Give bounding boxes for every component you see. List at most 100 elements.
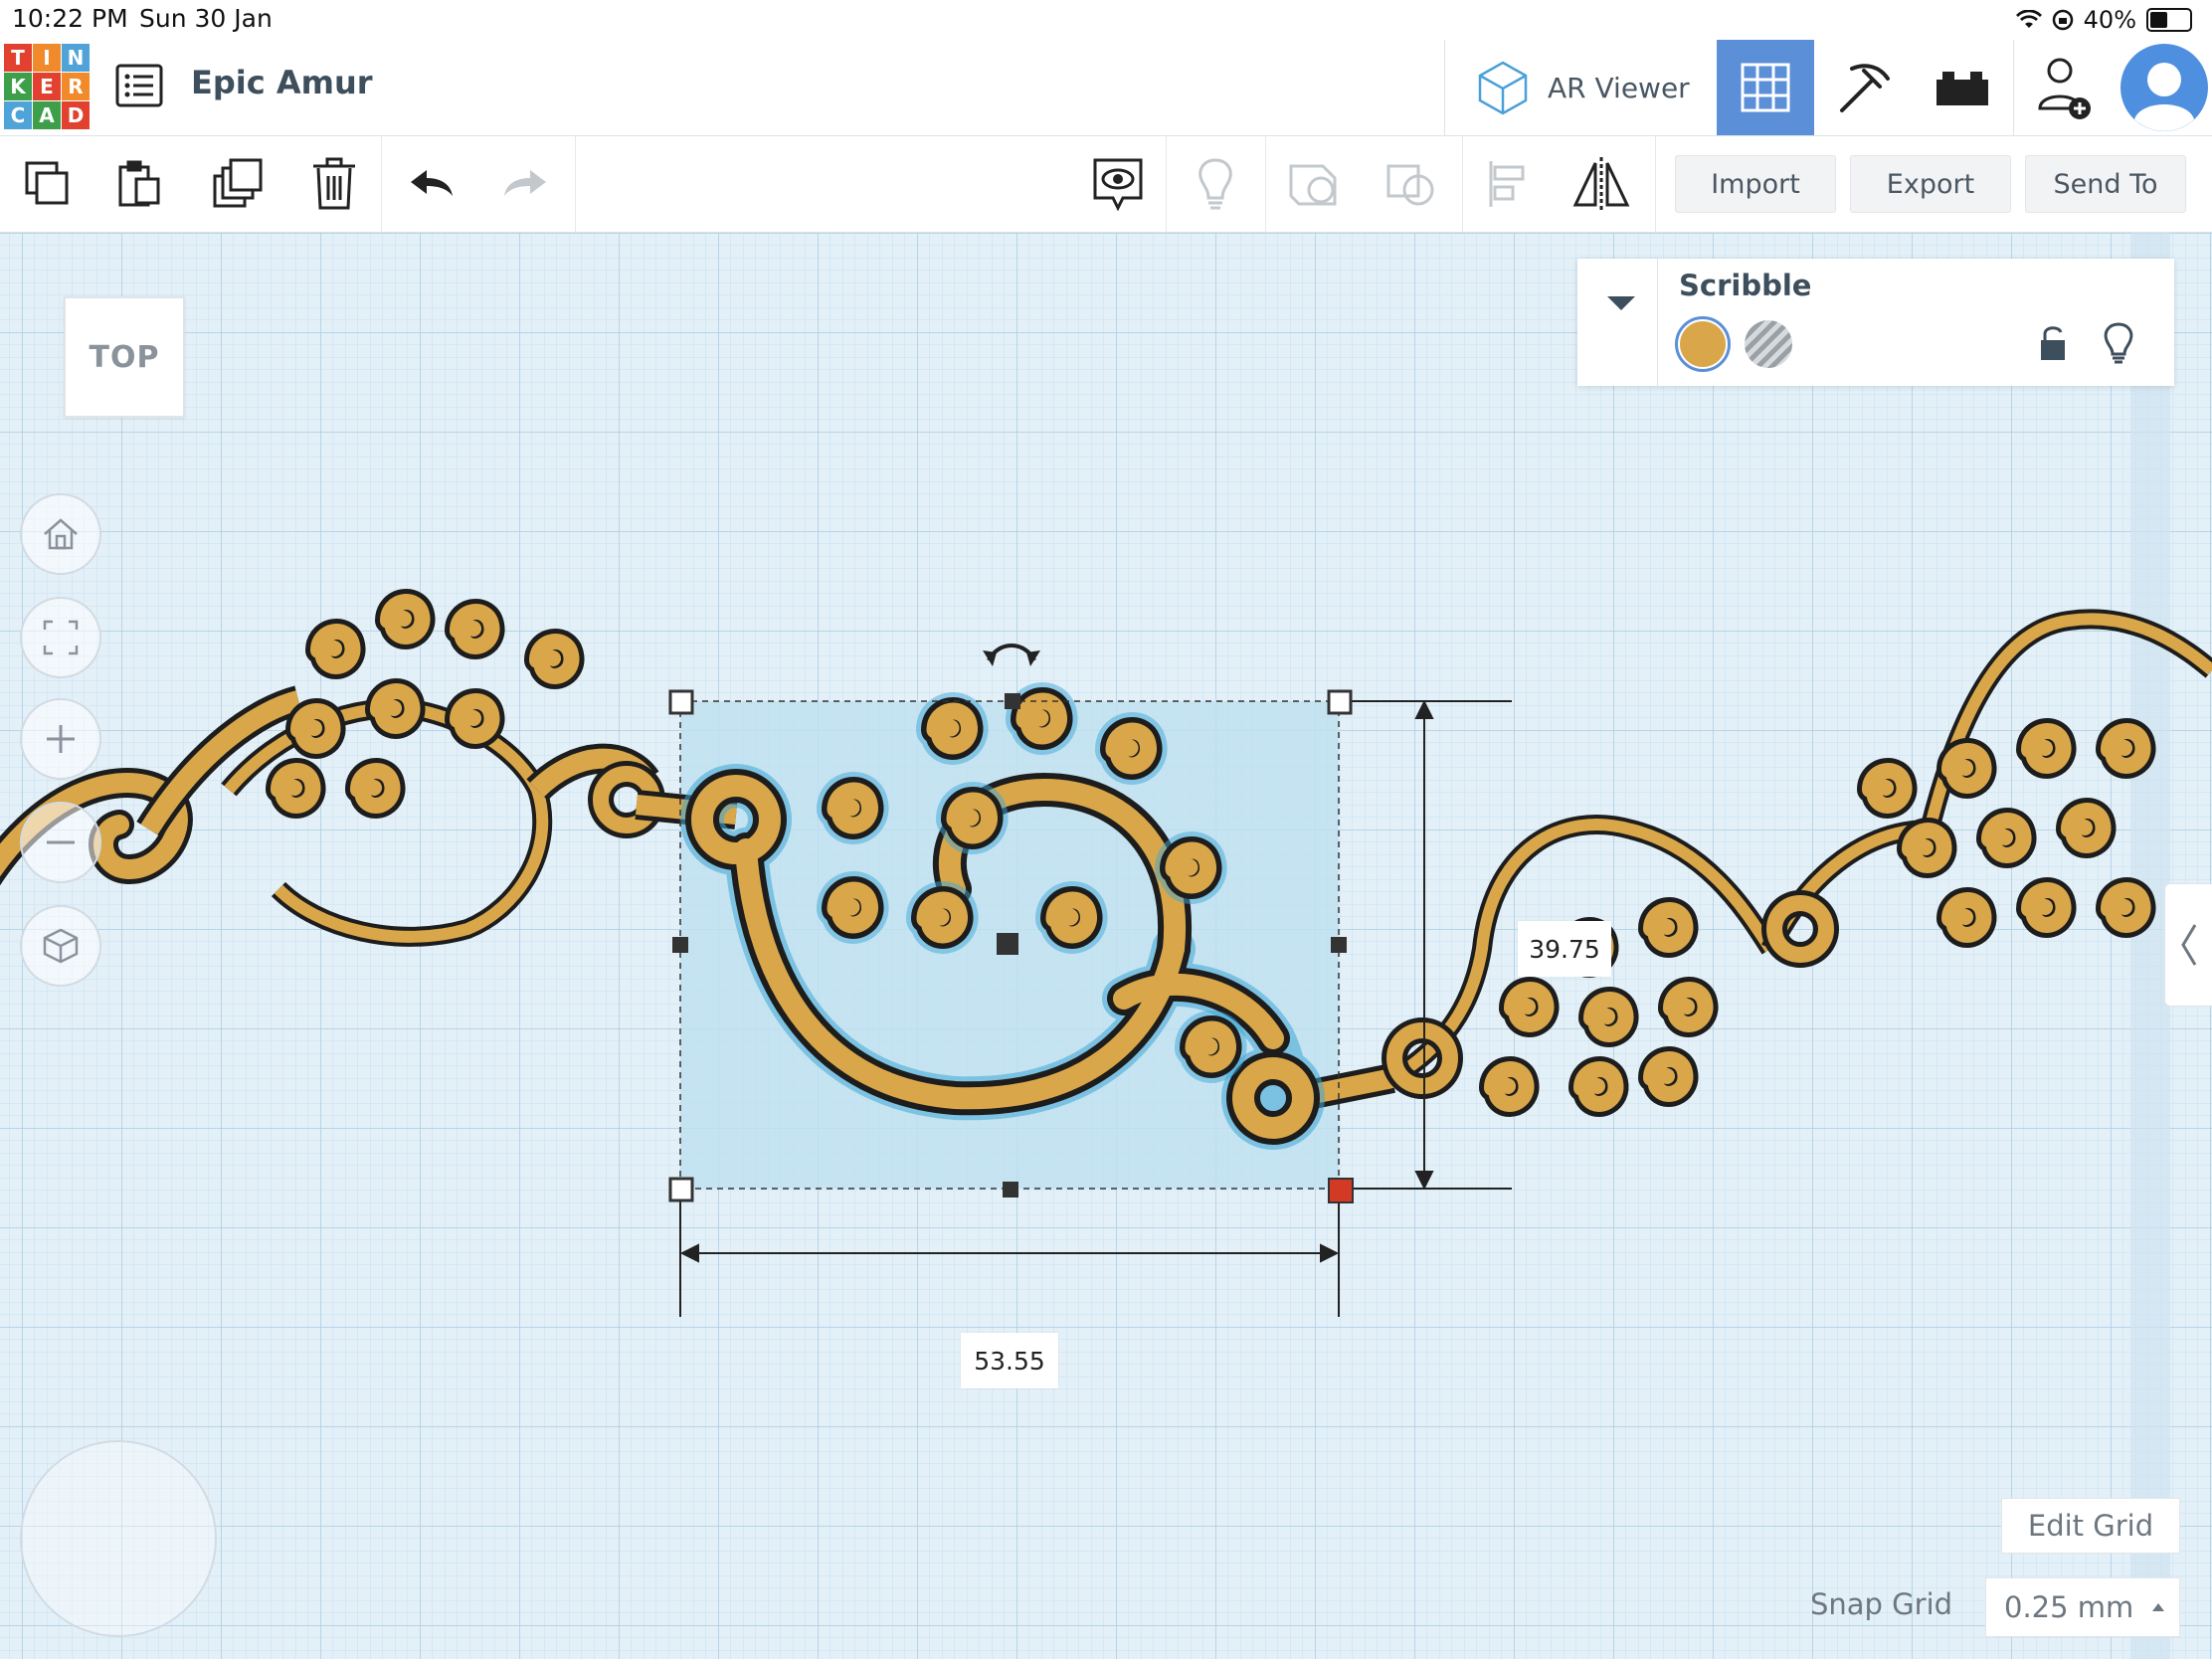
- notes-visibility-button[interactable]: [1088, 154, 1148, 214]
- scribble-right[interactable]: [1382, 609, 2212, 1104]
- zoom-out-button[interactable]: [20, 802, 101, 883]
- snap-grid-value: 0.25 mm: [2004, 1590, 2134, 1624]
- design-list-button[interactable]: [111, 60, 167, 111]
- user-avatar[interactable]: [2117, 40, 2212, 135]
- pickaxe-icon: [1840, 64, 1890, 112]
- undo-icon: [411, 170, 453, 196]
- redo-button[interactable]: [495, 154, 555, 214]
- project-title[interactable]: Epic Amur: [191, 64, 373, 101]
- ungroup-icon: [1386, 164, 1434, 206]
- view-cube-label: TOP: [89, 339, 160, 375]
- logo-letter: D: [62, 101, 90, 129]
- toolbar-divider-4: [1265, 136, 1266, 232]
- paste-button[interactable]: [109, 154, 169, 214]
- add-user-icon: [2038, 58, 2091, 119]
- group-icon: [1289, 164, 1337, 206]
- width-dimension-label[interactable]: 53.55: [961, 1333, 1058, 1388]
- grid-icon: [1741, 63, 1790, 112]
- ar-viewer-label: AR Viewer: [1548, 71, 1690, 104]
- lock-icon[interactable]: [2033, 322, 2073, 366]
- paste-icon: [118, 160, 160, 207]
- solid-color-fill: [1680, 321, 1726, 367]
- shape-inspector: Scribble: [1577, 259, 2174, 386]
- ar-viewer-button[interactable]: AR Viewer: [1450, 40, 1715, 135]
- trash-icon: [313, 157, 355, 210]
- delete-button[interactable]: [304, 154, 364, 214]
- send-to-button[interactable]: Send To: [2025, 155, 2186, 213]
- chevron-left-icon: [2180, 924, 2196, 966]
- status-date: Sun 30 Jan: [139, 4, 273, 33]
- home-view-button[interactable]: [20, 493, 101, 575]
- share-button[interactable]: [2015, 40, 2113, 135]
- copy-icon: [25, 161, 69, 205]
- perspective-button[interactable]: [20, 905, 101, 987]
- toolbar-divider-2: [575, 136, 576, 232]
- hole-swatch[interactable]: [1745, 320, 1792, 368]
- zoom-out-icon: [47, 840, 75, 844]
- logo-letter: K: [4, 73, 32, 100]
- logo-letter: E: [33, 73, 61, 100]
- snap-grid-select[interactable]: 0.25 mm: [1985, 1577, 2180, 1637]
- toolbar-divider-5: [1462, 136, 1463, 232]
- chevron-down-icon[interactable]: [1603, 288, 1639, 314]
- blocks-view-button[interactable]: [1814, 40, 1912, 135]
- scribble-chain[interactable]: [0, 233, 2212, 1659]
- snap-grid-label: Snap Grid: [1810, 1587, 1953, 1621]
- 3d-design-view-button[interactable]: [1717, 40, 1814, 135]
- edit-grid-button[interactable]: Edit Grid: [2001, 1498, 2180, 1554]
- status-bar: 10:22 PM Sun 30 Jan 40%: [0, 0, 2212, 40]
- import-button[interactable]: Import: [1675, 155, 1836, 213]
- lightbulb-icon[interactable]: [2099, 320, 2138, 366]
- orientation-lock-icon: [2052, 9, 2073, 31]
- mirror-icon: [1572, 157, 1630, 211]
- header-divider: [1444, 40, 1445, 135]
- collapse-panel-tab[interactable]: [2164, 883, 2212, 1007]
- redo-icon: [504, 170, 546, 196]
- mirror-button[interactable]: [1571, 154, 1631, 214]
- logo-letter: A: [33, 101, 61, 129]
- logo-letter: T: [4, 44, 32, 72]
- brick-icon: [1936, 72, 1988, 105]
- orbit-joystick[interactable]: [20, 1440, 217, 1637]
- logo-letter: I: [33, 44, 61, 72]
- toolbar-divider-6: [1655, 136, 1656, 232]
- view-cube[interactable]: TOP: [64, 296, 185, 418]
- chevron-up-icon: [2152, 1603, 2165, 1611]
- wifi-icon: [2015, 10, 2042, 28]
- logo-letter: C: [4, 101, 32, 129]
- undo-button[interactable]: [402, 154, 461, 214]
- toolbar-divider-3: [1166, 136, 1167, 232]
- inspector-divider: [1657, 259, 1658, 386]
- fit-view-button[interactable]: [20, 597, 101, 678]
- export-button[interactable]: Export: [1850, 155, 2011, 213]
- notes-visibility-icon: [1093, 158, 1143, 212]
- copy-button[interactable]: [18, 154, 78, 214]
- ar-cube-icon: [1478, 61, 1528, 115]
- lightbulb-icon: [1198, 158, 1232, 210]
- height-dimension-label[interactable]: 39.75: [1518, 921, 1611, 977]
- logo-letter: R: [62, 73, 90, 100]
- lightbulb-button[interactable]: [1186, 154, 1245, 214]
- avatar-icon: [2120, 44, 2208, 131]
- shape-name: Scribble: [1679, 269, 1812, 302]
- battery-percent: 40%: [2083, 6, 2136, 34]
- duplicate-button[interactable]: [209, 154, 269, 214]
- status-icons: 40%: [2015, 4, 2192, 36]
- list-icon: [115, 64, 163, 107]
- group-button[interactable]: [1283, 154, 1343, 214]
- toolbar-divider: [381, 136, 382, 232]
- solid-color-swatch[interactable]: [1675, 316, 1731, 372]
- status-time: 10:22 PM: [12, 4, 128, 33]
- align-button[interactable]: [1480, 154, 1540, 214]
- logo-letter: N: [62, 44, 90, 72]
- battery-icon: [2146, 8, 2192, 32]
- ungroup-button[interactable]: [1381, 154, 1440, 214]
- tinkercad-logo[interactable]: TIN KER CAD: [4, 44, 90, 129]
- zoom-in-icon: [47, 725, 75, 753]
- bricks-view-button[interactable]: [1914, 40, 2011, 135]
- fit-view-icon: [43, 620, 79, 655]
- header-divider-2: [2013, 40, 2014, 135]
- align-icon: [1489, 161, 1525, 207]
- duplicate-icon: [213, 158, 263, 208]
- zoom-in-button[interactable]: [20, 698, 101, 780]
